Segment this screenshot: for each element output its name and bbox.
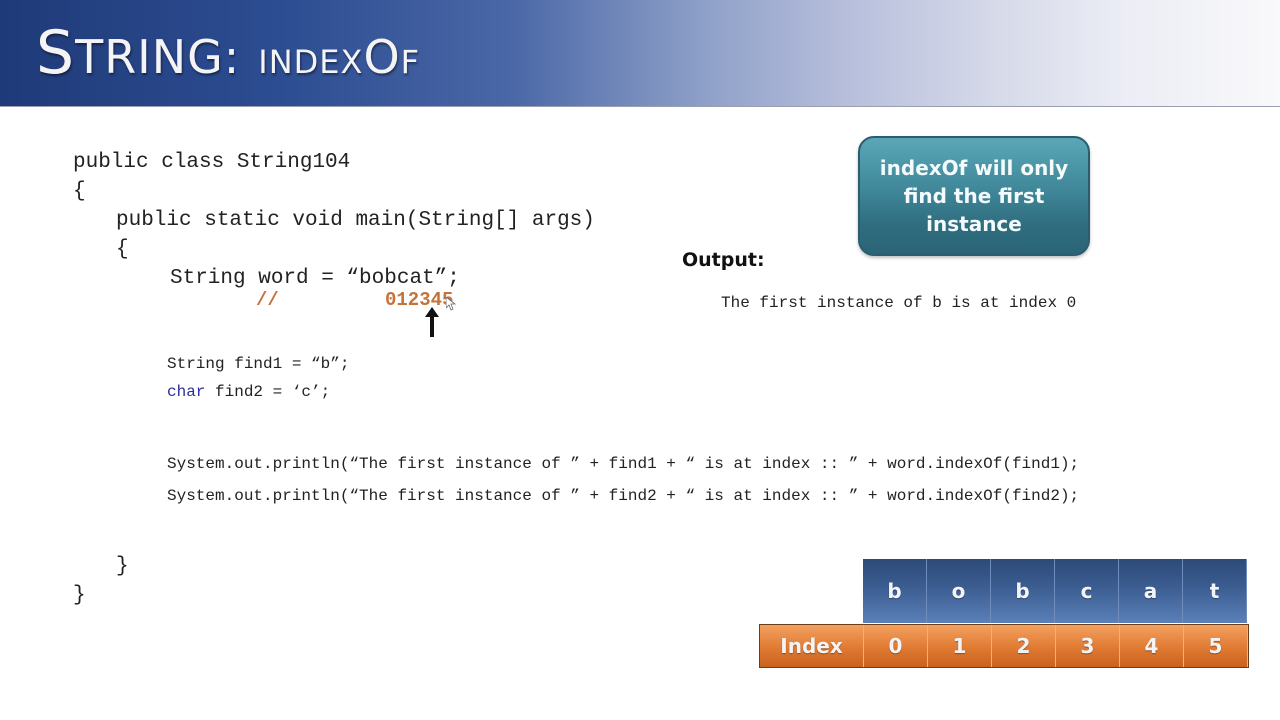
code-brace-open-main: {: [116, 238, 129, 261]
code-brace-close-main: }: [116, 555, 129, 578]
index-cell: 1: [928, 625, 992, 667]
callout-text: indexOf will only find the first instanc…: [879, 156, 1069, 236]
index-cell: 5: [1184, 625, 1248, 667]
keyword-char: char: [167, 383, 206, 401]
output-label: Output:: [682, 249, 765, 271]
title-o: O: [363, 30, 401, 84]
code-line-find1: String find1 = “b”;: [167, 355, 350, 373]
slide-title: STRING: INDEXOF: [36, 18, 420, 88]
code-line-word: String word = “bobcat”;: [170, 267, 460, 290]
index-row-label: Index: [760, 625, 864, 667]
callout-box: indexOf will only find the first instanc…: [858, 136, 1090, 256]
comment-indices: 012345: [385, 289, 454, 311]
index-cell: 0: [864, 625, 928, 667]
comment-slashes: //: [256, 289, 279, 311]
index-cell: 2: [992, 625, 1056, 667]
title-string: TRING:: [75, 30, 241, 84]
letter-cell: a: [1119, 559, 1183, 623]
letter-cell: t: [1183, 559, 1247, 623]
title-f: F: [400, 43, 421, 81]
letters-row: b o b c a t: [863, 559, 1247, 623]
code-line-println2: System.out.println(“The first instance o…: [167, 487, 1080, 505]
letter-cell: o: [927, 559, 991, 623]
code-line-main: public static void main(String[] args): [116, 209, 595, 232]
code-find2-rest: find2 = ‘c’;: [205, 383, 331, 401]
mouse-cursor-icon: [446, 297, 456, 311]
code-line-println1: System.out.println(“The first instance o…: [167, 455, 1080, 473]
letter-cell: c: [1055, 559, 1119, 623]
index-cell: 3: [1056, 625, 1120, 667]
up-arrow-icon: [425, 307, 439, 337]
code-brace-close-class: }: [73, 584, 86, 607]
slide-header: STRING: INDEXOF: [0, 0, 1280, 107]
output-line: The first instance of b is at index 0: [721, 294, 1077, 312]
title-index: INDEX: [258, 43, 364, 81]
letter-cell: b: [863, 559, 927, 623]
index-row: Index 0 1 2 3 4 5: [759, 624, 1249, 668]
title-letter-s: S: [36, 18, 76, 88]
code-brace-open-class: {: [73, 180, 86, 203]
index-cell: 4: [1120, 625, 1184, 667]
code-line-find2: char find2 = ‘c’;: [167, 383, 330, 401]
code-line-class: public class String104: [73, 151, 351, 174]
letter-cell: b: [991, 559, 1055, 623]
